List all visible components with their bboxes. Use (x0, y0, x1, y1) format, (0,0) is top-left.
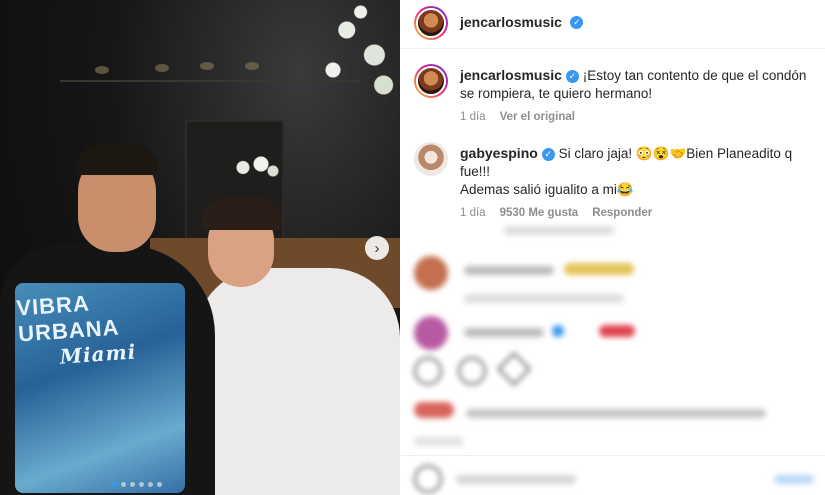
comment-avatar[interactable] (414, 142, 448, 176)
carousel-indicator (112, 482, 162, 487)
blurred-comment (464, 262, 644, 303)
verified-icon: ✓ (541, 147, 555, 161)
caption-text-block: jencarlosmusic ✓ ¡Estoy tan contento de q… (460, 64, 814, 103)
emoji-icon[interactable] (414, 465, 442, 493)
foreground-flowers (310, 0, 400, 100)
ceiling-light (155, 64, 169, 72)
see-original-link[interactable]: Ver el original (500, 111, 575, 123)
carousel-dot (139, 482, 144, 487)
post-side-panel: jencarlosmusic ✓ jencarlosmusic ✓ ¡Estoy … (400, 0, 825, 495)
verified-icon: ✓ (565, 69, 579, 83)
background-flowers (225, 150, 285, 185)
footer-divider (400, 455, 825, 456)
likes-summary-blurred (414, 402, 774, 423)
blurred-avatar (414, 256, 448, 290)
add-comment-bar[interactable] (414, 465, 814, 493)
comment-text-line2: Ademas salió igualito a mi😂 (460, 182, 634, 197)
post-photo[interactable]: VIBRA URBANA Miami › (0, 0, 400, 495)
comment-text-block: gabyespino ✓ Si claro jaja! 😳😵🤝Bien Plane… (460, 142, 814, 199)
action-bar-blurred (414, 352, 544, 386)
blurred-comment (464, 324, 644, 342)
ceiling-light (245, 62, 259, 70)
post-header: jencarlosmusic ✓ (414, 6, 584, 40)
carousel-dot (148, 482, 153, 487)
comment-item: gabyespino ✓ Si claro jaja! 😳😵🤝Bien Plane… (414, 142, 814, 219)
carousel-next-button[interactable]: › (365, 236, 389, 260)
ceiling-light (200, 62, 214, 70)
carousel-dot (130, 482, 135, 487)
post-date-blurred (414, 437, 464, 446)
heart-icon[interactable] (414, 357, 442, 385)
comment-icon[interactable] (458, 357, 486, 385)
carousel-dot (157, 482, 162, 487)
caption-meta: 1 día Ver el original (460, 111, 814, 123)
caption-age: 1 día (460, 111, 486, 123)
author-username[interactable]: jencarlosmusic (460, 14, 562, 30)
blurred-avatar (414, 316, 448, 350)
comment-likes[interactable]: 9530 Me gusta (500, 207, 579, 219)
comment-username[interactable]: gabyespino (460, 145, 538, 161)
header-divider (400, 48, 825, 49)
view-replies-blurred (504, 226, 614, 235)
author-avatar[interactable] (414, 6, 448, 40)
author-username-row: jencarlosmusic ✓ (460, 14, 584, 32)
comment-age: 1 día (460, 207, 486, 219)
boy-hair (202, 198, 282, 230)
verified-icon: ✓ (570, 16, 584, 30)
reply-button[interactable]: Responder (592, 207, 652, 219)
ceiling-light (95, 66, 109, 74)
post-caption: jencarlosmusic ✓ ¡Estoy tan contento de q… (414, 64, 814, 123)
instagram-post-view: VIBRA URBANA Miami › jencarlosmusic ✓ je… (0, 0, 825, 495)
caption-username[interactable]: jencarlosmusic (460, 67, 562, 83)
hoodie-print-text: VIBRA URBANA Miami (16, 285, 181, 372)
boy-figure (195, 268, 400, 495)
caption-avatar[interactable] (414, 64, 448, 98)
man-hair (76, 145, 158, 175)
share-icon[interactable] (497, 352, 531, 386)
comment-meta: 1 día 9530 Me gusta Responder (460, 207, 814, 219)
carousel-dot (121, 482, 126, 487)
chevron-right-icon: › (374, 239, 380, 257)
carousel-dot (112, 482, 117, 487)
